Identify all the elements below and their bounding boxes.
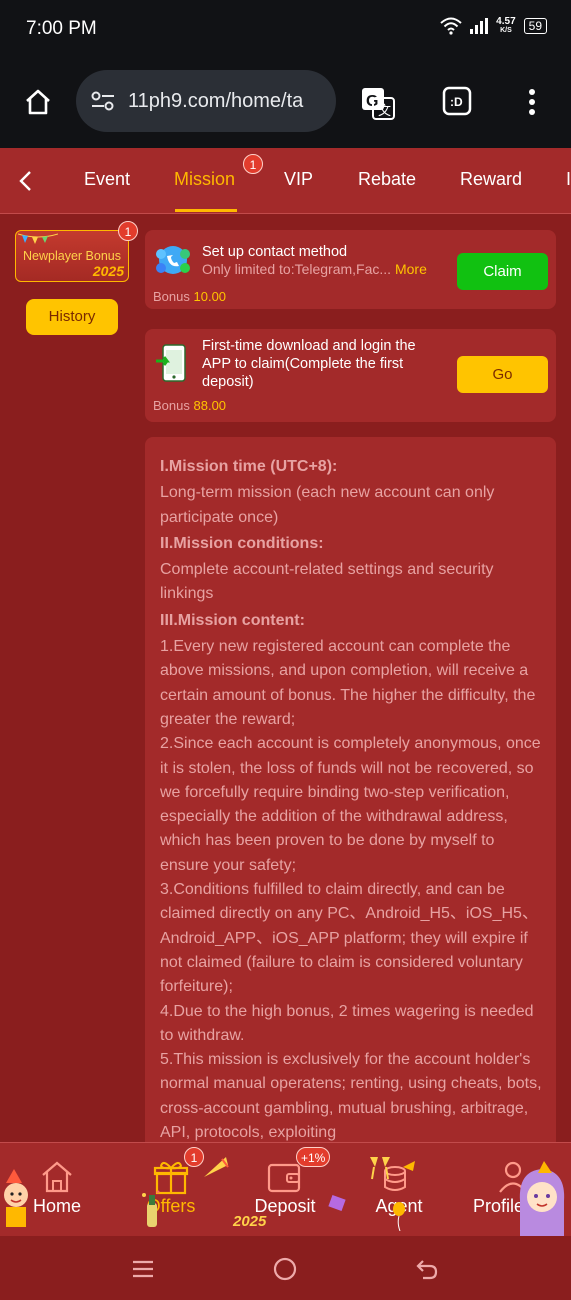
nav-deposit-badge: +1% [296,1147,331,1167]
nav-profile-label: Profile [472,1196,524,1216]
mission-bonus: Bonus 88.00 [153,398,227,413]
champagne-icon [142,1190,160,1227]
battery-icon: 59 [523,18,547,34]
tab-reward[interactable]: Reward [460,169,522,190]
status-bar: 7:00 PM 4.57 K/S 59 [0,0,571,58]
go-button[interactable]: Go [457,356,548,393]
recent-apps-button[interactable] [128,1256,158,1282]
clock: 7:00 PM [26,18,97,39]
mission-subtitle: Only limited to:Telegram,Fac... More [202,261,427,277]
back-button[interactable] [12,168,38,194]
nav-offers[interactable]: 1 Offers [114,1143,229,1237]
url-text: 11ph9.com/home/ta [128,89,304,112]
rules-heading-time: I.Mission time (UTC+8): [160,458,338,475]
tab-overflow[interactable]: I [566,169,571,190]
party-horn-icon [204,1157,229,1177]
site-settings-icon [91,91,114,111]
rules-heading-content: III.Mission content: [160,611,305,629]
balloon-icon [393,1202,405,1231]
back-arrow-icon [416,1260,438,1280]
tabs-icon: :D [442,86,472,116]
tab-rebate[interactable]: Rebate [358,169,416,190]
system-back-button[interactable] [412,1254,442,1284]
bonus-amount: 10.00 [193,289,227,304]
mission-card-app-download: First-time download and login the APP to… [145,329,556,422]
network-speed: 4.57 K/S [496,16,516,35]
mission-card-contact: Set up contact method Only limited to:Te… [145,230,556,309]
mission-title: Set up contact method [202,244,348,260]
address-bar[interactable]: 11ph9.com/home/ta [76,70,336,132]
home-icon [26,89,50,115]
app-download-icon [156,344,186,382]
bottom-nav: Home 1 Offers +1% Deposit 2025 Agent Pro… [0,1142,571,1237]
bonus-amount: 88.00 [193,398,227,413]
newplayer-bonus-badge: 1 [118,221,138,241]
mission-content: Newplayer Bonus 2025 1 History Set up co… [0,214,571,1142]
recent-apps-icon [133,1260,153,1278]
party-girl-mascot-icon [519,1161,565,1237]
nav-agent[interactable]: Agent [342,1143,456,1237]
more-vertical-icon [529,89,535,115]
signal-icon [470,18,489,34]
rules-text: Long-term mission (each new account can … [160,484,495,526]
mission-title: First-time download and login the APP to… [202,338,416,390]
tab-event[interactable]: Event [84,169,130,190]
nav-deposit[interactable]: +1% Deposit 2025 [228,1143,346,1237]
svg-text::D: :D [450,95,463,109]
chevron-left-icon [19,171,31,191]
mission-tab-bar: Event Mission 1 VIP Rebate Reward I [0,148,571,214]
translate-icon: G文 [362,88,395,120]
tab-switcher-button[interactable]: :D [440,84,474,118]
rules-heading-conditions: II.Mission conditions: [160,534,324,552]
wifi-icon [440,17,462,35]
mission-bonus: Bonus 10.00 [153,289,227,304]
rules-text: 2.Since each account is completely anony… [160,735,541,874]
nav-home[interactable]: Home [0,1143,114,1237]
tab-mission[interactable]: Mission [174,169,235,190]
tab-mission-badge: 1 [243,154,263,174]
party-mascot-icon [4,1169,28,1227]
year-decoration: 2025 [233,1213,267,1230]
browser-toolbar: 11ph9.com/home/ta G文 :D [0,58,571,148]
rules-text: 1.Every new registered account can compl… [160,638,536,728]
newplayer-bonus-card[interactable]: Newplayer Bonus 2025 1 [15,221,138,282]
mission-rules-panel: I.Mission time (UTC+8): Long-term missio… [145,437,556,1142]
tab-vip[interactable]: VIP [284,169,313,190]
svg-text:文: 文 [378,103,391,118]
rules-text: Complete account-related settings and se… [160,561,494,603]
history-button[interactable]: History [26,299,118,335]
nav-offers-label: Offers [146,1196,196,1216]
newplayer-bonus-label: Newplayer Bonus [23,249,121,263]
translate-button[interactable]: G文 [358,84,398,124]
contact-method-icon [156,246,190,274]
browser-menu-button[interactable] [520,84,544,120]
nav-offers-badge: 1 [184,1147,204,1167]
newplayer-bonus-year: 2025 [92,263,124,279]
system-nav-bar [0,1236,571,1300]
nav-profile[interactable]: Profile [456,1143,570,1237]
active-tab-indicator [175,209,237,212]
system-home-button[interactable] [270,1254,300,1284]
rules-text: 4.Due to the high bonus, 2 times wagerin… [160,1002,534,1044]
more-link[interactable]: More [395,261,427,277]
home-button[interactable] [20,84,56,120]
toast-glasses-icon [370,1157,390,1180]
claim-button[interactable]: Claim [457,253,548,290]
circle-home-icon [273,1257,297,1281]
rules-text: 3.Conditions fulfilled to claim directly… [160,881,538,996]
bunting-decoration-icon [18,233,58,244]
rules-text: 5.This mission is exclusively for the ac… [160,1051,542,1142]
